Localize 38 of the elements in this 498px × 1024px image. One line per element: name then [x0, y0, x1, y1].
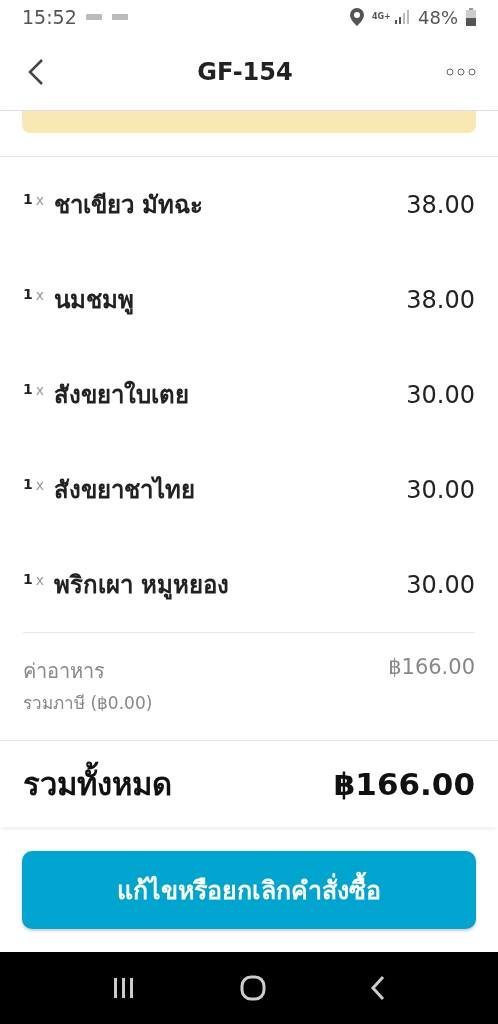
- item-name: ชาเขียว มัทฉะ: [54, 190, 205, 221]
- multiply-sign: x: [35, 477, 45, 493]
- item-name: พริกเผา หมูหยอง: [54, 570, 231, 602]
- multiply-sign: x: [35, 287, 45, 303]
- notification-icon: [84, 13, 103, 21]
- item-name: สังขยาใบเตย: [54, 379, 191, 411]
- recent-apps-icon[interactable]: [112, 977, 136, 999]
- item-quantity: 1: [23, 571, 33, 587]
- item-name: นมชมพู: [54, 285, 136, 317]
- signal-icon: [394, 9, 410, 25]
- item-price: 38.00: [406, 190, 475, 219]
- more-icon[interactable]: [446, 68, 476, 76]
- status-time: 15:52: [22, 6, 77, 28]
- item-quantity: 1: [23, 191, 33, 207]
- subtotal-amount: ฿166.00: [388, 655, 475, 681]
- subtotal-label: ค่าอาหาร: [23, 658, 106, 685]
- battery-percent: 48%: [418, 6, 458, 28]
- item-quantity: 1: [23, 476, 33, 492]
- back-icon[interactable]: [28, 58, 44, 86]
- total-amount: ฿166.00: [333, 766, 475, 802]
- item-price: 30.00: [406, 380, 475, 409]
- multiply-sign: x: [35, 382, 45, 398]
- item-price: 30.00: [406, 475, 475, 504]
- item-name: สังขยาชาไทย: [54, 475, 197, 506]
- edit-cancel-order-button[interactable]: แก้ไขหรือยกเลิกคำสั่งซื้อ: [22, 851, 476, 929]
- home-icon[interactable]: [240, 975, 266, 1001]
- total-label: รวมทั้งหมด: [23, 759, 172, 809]
- multiply-sign: x: [35, 192, 45, 208]
- location-icon: [350, 8, 364, 26]
- tax-note: รวมภาษี (฿0.00): [23, 692, 153, 715]
- item-quantity: 1: [23, 381, 33, 397]
- notification-icon: [110, 13, 129, 21]
- page-title: GF-154: [196, 58, 294, 86]
- item-price: 38.00: [406, 285, 475, 314]
- multiply-sign: x: [35, 572, 45, 588]
- battery-icon: [466, 8, 476, 26]
- item-price: 30.00: [406, 570, 475, 599]
- item-quantity: 1: [23, 286, 33, 302]
